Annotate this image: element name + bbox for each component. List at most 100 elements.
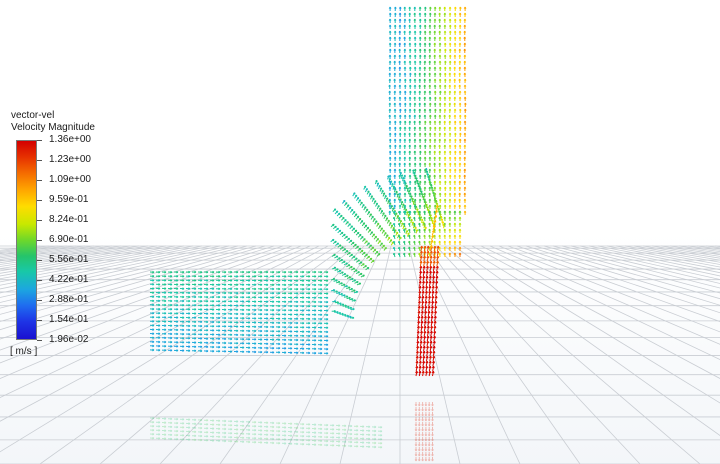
vector-arrowhead xyxy=(411,195,413,198)
vector-arrowhead xyxy=(362,236,364,239)
vector-arrowhead xyxy=(254,334,257,337)
vector-arrowhead xyxy=(425,226,427,229)
vector-arrowhead xyxy=(364,252,366,255)
vector-arrowhead xyxy=(170,345,173,348)
vector-arrowhead xyxy=(236,425,239,427)
vector-arrowhead xyxy=(370,244,372,247)
vector-arrowhead xyxy=(242,326,245,328)
vector-arrowhead xyxy=(406,184,408,187)
vector-arrowhead xyxy=(360,234,362,237)
vector-arrowhead xyxy=(260,334,263,337)
vector-arrowhead xyxy=(266,442,269,444)
vector-arrowhead xyxy=(336,210,339,213)
vector-reflection xyxy=(149,402,434,462)
vector-arrowhead xyxy=(339,230,342,233)
vector-arrowhead xyxy=(248,276,251,278)
vector-arrowhead xyxy=(248,334,251,337)
vector-arrowhead xyxy=(356,433,359,436)
vector-arrowhead xyxy=(290,297,293,299)
vector-arrowhead xyxy=(206,431,209,434)
grid-line xyxy=(453,245,720,436)
vector-arrowhead xyxy=(308,305,311,308)
vector-arrowhead xyxy=(164,329,167,331)
vector-arrowhead xyxy=(188,333,191,336)
vector-arrowhead xyxy=(176,422,179,425)
vector-arrowhead xyxy=(272,335,275,337)
vector-arrowhead xyxy=(361,250,364,253)
vector-arrowhead xyxy=(407,187,410,190)
vector-arrowhead xyxy=(218,305,221,307)
vector-arrowhead xyxy=(425,201,427,204)
vector-arrowhead xyxy=(254,318,257,320)
vector-arrowhead xyxy=(350,240,353,243)
vector-arrowhead xyxy=(236,421,239,423)
vector-arrowhead xyxy=(302,322,305,325)
vector-arrowhead xyxy=(254,330,257,333)
vector-arrowhead xyxy=(326,444,329,447)
vector-arrowhead xyxy=(290,352,293,354)
vector-arrowhead xyxy=(320,297,323,300)
vector-arrowhead xyxy=(266,426,269,428)
grid-line xyxy=(669,245,720,254)
vector-arrowhead xyxy=(230,338,233,341)
vector-arrowhead xyxy=(206,325,209,328)
vector-arrowhead xyxy=(266,326,269,329)
vector-arrowhead xyxy=(314,335,317,338)
vector-arrowhead xyxy=(426,203,428,206)
vector-arrowhead xyxy=(326,284,329,287)
vector-arrowhead xyxy=(284,284,287,287)
vector-arrowhead xyxy=(206,427,209,430)
vector-arrowhead xyxy=(356,437,359,440)
vector-arrowhead xyxy=(224,301,227,303)
vector-arrowhead xyxy=(320,348,323,351)
vector-arrowhead xyxy=(236,437,239,439)
vector-arrowhead xyxy=(242,280,245,282)
vector-arrowhead xyxy=(344,234,346,237)
vector-arrowhead xyxy=(242,309,245,312)
vector-arrowhead xyxy=(430,214,432,217)
vector-arrowhead xyxy=(236,429,239,431)
vector-arrowhead xyxy=(359,248,362,251)
vector-arrowhead xyxy=(296,435,299,438)
vector-arrowhead xyxy=(290,276,293,278)
vector-arrowhead xyxy=(248,292,251,295)
vector-arrowhead xyxy=(260,351,263,354)
vector-arrowhead xyxy=(230,317,233,320)
vector-arrowhead xyxy=(370,258,373,261)
vector-arrowhead xyxy=(248,309,251,312)
grid-line xyxy=(534,245,720,300)
grid-line xyxy=(633,245,720,261)
vector-arrowhead xyxy=(356,441,359,444)
vector-arrowhead xyxy=(236,292,239,295)
vector-arrowhead xyxy=(326,318,329,321)
vector-arrowhead xyxy=(266,276,269,278)
vector-arrowhead xyxy=(356,425,359,428)
vector-arrowhead xyxy=(200,271,203,274)
vector-arrowhead xyxy=(176,329,179,332)
vector-arrowhead xyxy=(417,179,419,183)
vector-arrowhead xyxy=(356,445,359,448)
vector-arrowhead xyxy=(290,339,293,342)
vector-arrowhead xyxy=(266,438,269,440)
vector-arrowhead xyxy=(422,193,424,196)
vector-arrowhead xyxy=(260,343,263,345)
grid-line xyxy=(606,245,720,268)
vector-arrowhead xyxy=(260,292,263,295)
vector-arrowhead xyxy=(200,350,203,353)
graphics-viewport[interactable]: vector-vel Velocity Magnitude 1.36e+00 1.… xyxy=(0,0,720,464)
vector-arrowhead xyxy=(194,333,197,336)
vector-arrowhead xyxy=(376,251,379,254)
vector-arrowhead xyxy=(352,242,355,245)
vector-arrowhead xyxy=(176,430,179,433)
vector-arrowhead xyxy=(308,339,311,342)
vector-arrowhead xyxy=(296,284,299,287)
vector-arrowhead xyxy=(242,330,245,333)
vector-arrowhead xyxy=(374,249,377,252)
vector-arrowhead xyxy=(364,238,366,241)
vector-arrowhead xyxy=(378,253,381,256)
vector-arrowhead xyxy=(302,301,305,304)
vector-arrowhead xyxy=(176,426,179,429)
vector-arrowhead xyxy=(272,297,275,299)
vector-arrowhead xyxy=(441,218,444,221)
grid-line xyxy=(426,245,581,464)
